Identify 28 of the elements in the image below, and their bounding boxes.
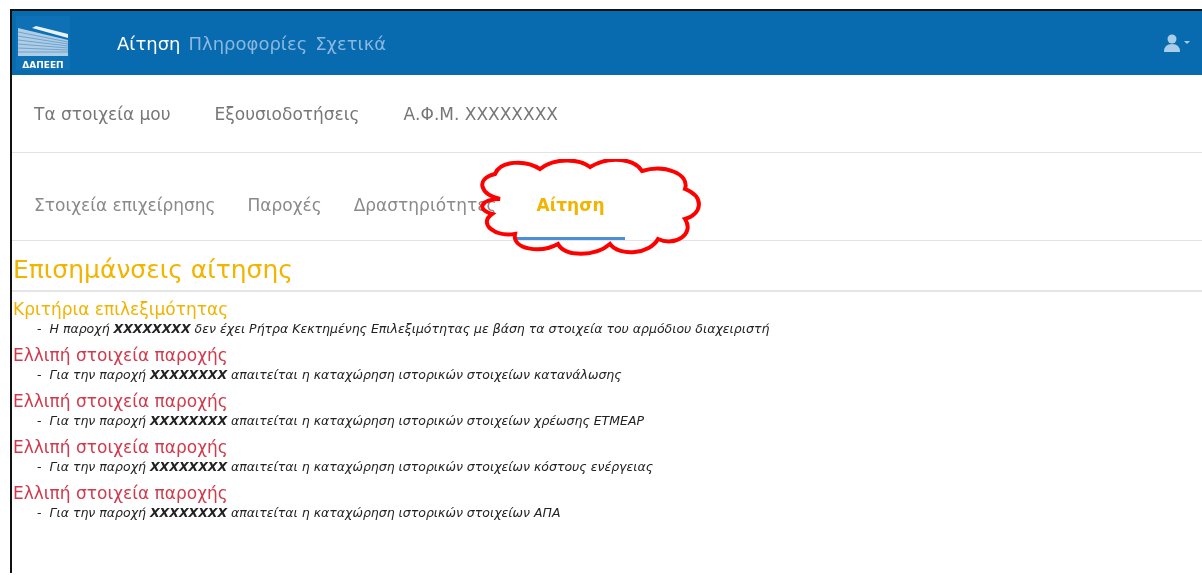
account-link[interactable]: Α.Φ.Μ. XXXXXXXX: [403, 103, 558, 124]
tab[interactable]: Παροχές: [235, 195, 334, 240]
nav-link[interactable]: Σχετικά: [315, 32, 387, 54]
notice-heading: Ελλιπή στοιχεία παροχής: [13, 482, 229, 504]
notice-text: Για την παροχή XXXXXXXX απαιτείται η καταχώρηση ιστορικών στοιχείων κόστους ενέργειας: [49, 458, 654, 476]
bullet-dash: -: [37, 504, 42, 522]
waves-icon: [18, 26, 68, 56]
notice-heading: Ελλιπή στοιχεία παροχής: [13, 390, 229, 412]
page-title: Επισημάνσεις αίτησης: [12, 241, 1202, 292]
nav-link[interactable]: Πληροφορίες: [188, 32, 308, 54]
notice-text: Για την παροχή XXXXXXXX απαιτείται η καταχώρηση ιστορικών στοιχείων κατανάλωσης: [49, 366, 622, 384]
logo[interactable]: ΔΑΠΕΕΠ: [16, 16, 70, 70]
notice-heading: Ελλιπή στοιχεία παροχής: [13, 436, 229, 458]
notice-text: Για την παροχή XXXXXXXX απαιτείται η καταχώρηση ιστορικών στοιχείων ΑΠΑ: [49, 504, 561, 522]
bullet-dash: -: [37, 366, 42, 384]
user-icon: [1164, 34, 1190, 52]
logo-text: ΔΑΠΕΕΠ: [22, 60, 64, 70]
tab[interactable]: Στοιχεία επιχείρησης: [22, 195, 228, 240]
bullet-dash: -: [37, 412, 42, 430]
account-link[interactable]: Τα στοιχεία μου: [34, 103, 171, 124]
bullet-dash: -: [37, 458, 42, 476]
notice-text: Για την παροχή XXXXXXXX απαιτείται η καταχώρηση ιστορικών στοιχείων χρέωσης ΕΤΜΕΑΡ: [49, 412, 644, 430]
nav-link[interactable]: Αίτηση: [117, 32, 181, 54]
bullet-dash: -: [37, 320, 42, 338]
notice-heading: Ελλιπή στοιχεία παροχής: [13, 344, 229, 366]
notice-text: Η παροχή XXXXXXXX δεν έχει Ρήτρα Κεκτημένης Επιλεξιμότητας με βάση τα στοιχεία του αρμόδιου διαχειριστή: [49, 320, 770, 338]
notice-heading: Κριτήρια επιλεξιμότητας: [13, 298, 230, 320]
account-link[interactable]: Εξουσιοδοτήσεις: [214, 103, 360, 124]
